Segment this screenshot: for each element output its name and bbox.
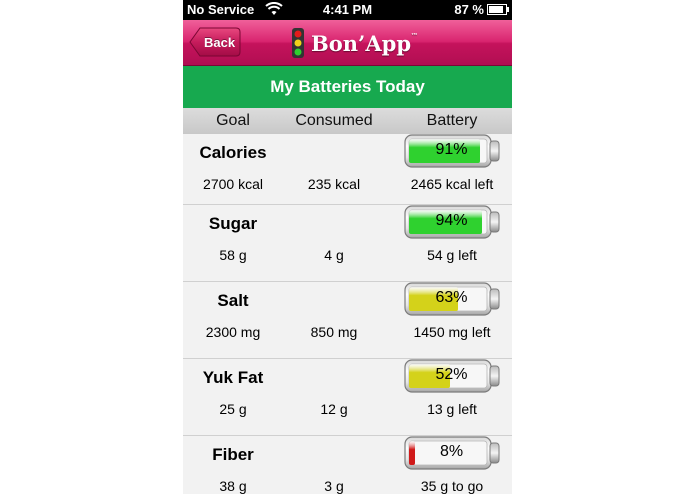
back-button-label: Back [204,35,236,50]
battery-gauge: 94% [404,203,502,241]
goal-value: 2300 mg [205,324,261,340]
consumed-value: 850 mg [310,324,358,340]
consumed-value: 3 g [324,478,344,494]
battery-percent-label: 63% [435,289,468,306]
battery-gauge: 91% [404,132,502,170]
consumed-value: 12 g [320,401,348,417]
consumed-value: 235 kcal [307,176,361,192]
battery-row[interactable]: Salt 63% 2300 mg 850 mg 1450 mg left [183,282,512,359]
header-consumed: Consumed [295,112,373,129]
navigation-bar: Back Bon’App™ [183,20,512,66]
app-logo: Bon’App™ [291,26,418,60]
status-bar: No Service 4:41 PM 87 % [183,0,512,20]
battery-percent-label: 52% [435,366,468,383]
phone-screen: No Service 4:41 PM 87 % Back Bon’App™ My… [183,0,512,494]
goal-value: 58 g [219,247,247,263]
logo-wordmark: Bon’App [311,31,411,56]
remaining-value: 35 g to go [420,478,484,494]
nutrient-name: Salt [217,291,249,310]
consumed-value: 4 g [324,247,344,263]
battery-row[interactable]: Yuk Fat 52% 25 g 12 g 13 g left [183,359,512,436]
nutrient-name: Sugar [208,214,258,233]
remaining-value: 54 g left [427,247,477,263]
battery-percent-label: 91% [435,141,468,158]
battery-percent: 87 % [454,2,484,17]
battery-icon [487,4,509,15]
logo-trademark: ™ [411,31,418,40]
remaining-value: 2465 kcal left [410,176,494,192]
battery-percent-label: 94% [435,212,468,229]
battery-row[interactable]: Calories 91% 2700 kcal 235 kcal 2465 kcal le… [183,134,512,211]
battery-percent-label: 8% [439,443,464,460]
page-title: My Batteries Today [183,66,512,108]
nutrient-name: Calories [199,143,267,162]
nutrient-name: Fiber [212,445,254,464]
back-button[interactable]: Back [189,27,241,57]
battery-gauge: 52% [404,357,502,395]
goal-value: 25 g [219,401,247,417]
battery-row[interactable]: Fiber 8% 38 g 3 g 35 g to go [183,436,512,494]
header-battery: Battery [426,112,478,129]
table-header: Goal Consumed Battery [183,108,512,134]
remaining-value: 13 g left [427,401,477,417]
goal-value: 38 g [219,478,247,494]
traffic-light-icon [292,28,304,58]
battery-gauge: 8% [404,434,502,472]
header-goal: Goal [216,112,250,129]
battery-gauge: 63% [404,280,502,318]
remaining-value: 1450 mg left [413,324,491,340]
logo-text: Bon’App™ [311,31,418,56]
battery-row[interactable]: Sugar 94% 58 g 4 g 54 g left [183,205,512,282]
goal-value: 2700 kcal [203,176,263,192]
nutrient-name: Yuk Fat [202,368,264,387]
